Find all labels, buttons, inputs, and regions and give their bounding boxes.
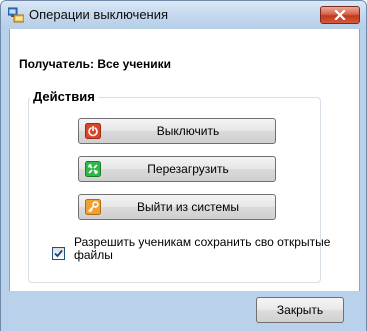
save-files-checkbox[interactable] [52,247,65,260]
restart-button[interactable]: Перезагрузить [78,156,276,182]
title-bar[interactable]: Операции выключения [1,1,366,29]
key-icon [85,199,101,215]
shutdown-label: Выключить [156,124,220,138]
logoff-label: Выйти из системы [136,200,240,214]
restart-icon [85,161,101,177]
restart-label: Перезагрузить [147,162,229,176]
computer-network-icon [7,7,25,23]
recipient-label: Получатель: Все ученики [19,57,171,71]
shutdown-button[interactable]: Выключить [78,118,276,144]
close-icon [334,10,346,20]
logoff-button[interactable]: Выйти из системы [78,194,276,220]
close-button[interactable]: Закрыть [256,297,344,323]
window-close-button[interactable] [320,6,360,24]
actions-group-title: Действия [30,89,98,104]
window-title: Операции выключения [29,7,169,22]
save-files-label[interactable]: Разрешить ученикам сохранить сво открыты… [74,236,344,264]
power-icon [85,123,101,139]
